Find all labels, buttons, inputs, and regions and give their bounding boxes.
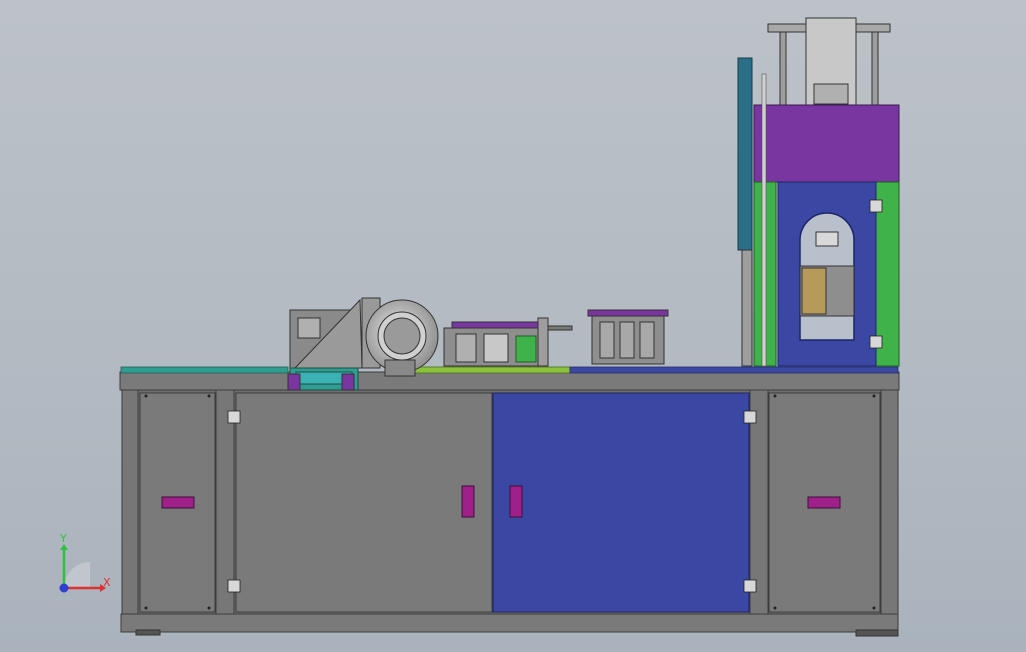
top-plate: [119, 371, 900, 391]
handle-blue-door: [509, 485, 523, 518]
post-left: [121, 389, 139, 615]
foot-left: [135, 629, 161, 636]
post-right: [880, 389, 899, 615]
handle-right: [807, 496, 841, 509]
cabinet-base: [119, 366, 900, 637]
x-axis-label: X: [103, 576, 111, 589]
handle-left: [161, 496, 195, 509]
bottom-rail: [120, 613, 899, 633]
foot-right: [855, 629, 899, 637]
handle-gray-door: [461, 485, 475, 518]
door-gray-large: [235, 392, 493, 613]
fixture-block: [587, 309, 669, 365]
cad-viewport[interactable]: X Y: [0, 0, 1026, 652]
z-axis-dot-icon: [59, 583, 69, 593]
door-blue: [492, 392, 750, 613]
cad-drawing: X Y: [0, 0, 1026, 652]
y-axis-label: Y: [59, 532, 67, 545]
column-left: [737, 57, 753, 251]
strip-blue: [569, 366, 899, 374]
strip-lime: [399, 366, 571, 374]
strip-teal: [120, 366, 289, 374]
purple-hood: [753, 104, 900, 183]
feeder-unit: [287, 298, 363, 391]
